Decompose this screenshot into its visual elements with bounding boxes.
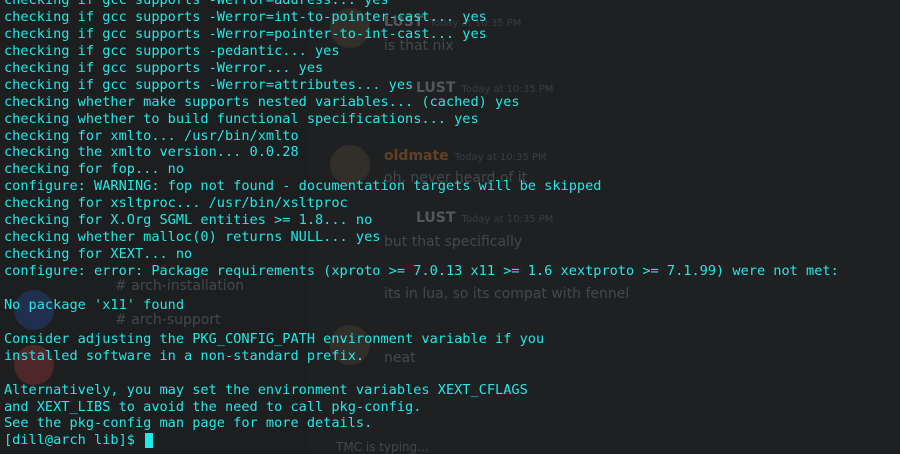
terminal-line: checking for xmlto... /usr/bin/xmlto (4, 127, 299, 144)
terminal-window[interactable]: checking if gcc supports -Werror=address… (0, 0, 900, 448)
shell-prompt: [dill@arch lib]$ (4, 432, 144, 449)
terminal-line: checking if gcc supports -Werror=attribu… (4, 76, 414, 93)
terminal-prompt-line[interactable]: [dill@arch lib]$ (4, 432, 900, 449)
terminal-line: checking the xmlto version... 0.0.28 (4, 144, 299, 161)
terminal-line: checking for xsltproc... /usr/bin/xsltpr… (4, 195, 348, 212)
terminal-line: checking for X.Org SGML entities >= 1.8.… (4, 212, 373, 229)
terminal-output: checking if gcc supports -Werror=address… (4, 0, 900, 432)
text-cursor (145, 433, 154, 449)
terminal-line: No package 'x11' found (4, 296, 185, 313)
terminal-line: checking if gcc supports -pedantic... ye… (4, 42, 340, 59)
terminal-line: checking if gcc supports -Werror=int-to-… (4, 8, 487, 25)
terminal-line: configure: error: Package requirements (… (4, 263, 839, 279)
terminal-line: checking if gcc supports -Werror=pointer… (4, 25, 487, 42)
terminal-line: Alternatively, you may set the environme… (4, 381, 528, 398)
terminal-line: configure: WARNING: fop not found - docu… (4, 178, 602, 195)
terminal-line: checking whether to build functional spe… (4, 110, 479, 127)
terminal-line: checking whether make supports nested va… (4, 93, 520, 110)
terminal-line: checking for fop... no (4, 161, 185, 178)
terminal-line: checking for XEXT... no (4, 246, 193, 263)
terminal-line: and XEXT_LIBS to avoid the need to call … (4, 398, 422, 415)
terminal-line: checking if gcc supports -Werror=address… (4, 0, 389, 8)
terminal-line: checking whether malloc(0) returns NULL.… (4, 229, 381, 246)
terminal-line: installed software in a non-standard pre… (4, 347, 365, 364)
terminal-line: Consider adjusting the PKG_CONFIG_PATH e… (4, 330, 545, 347)
terminal-line: See the pkg-config man page for more det… (4, 415, 373, 432)
terminal-line: checking if gcc supports -Werror... yes (4, 59, 324, 76)
